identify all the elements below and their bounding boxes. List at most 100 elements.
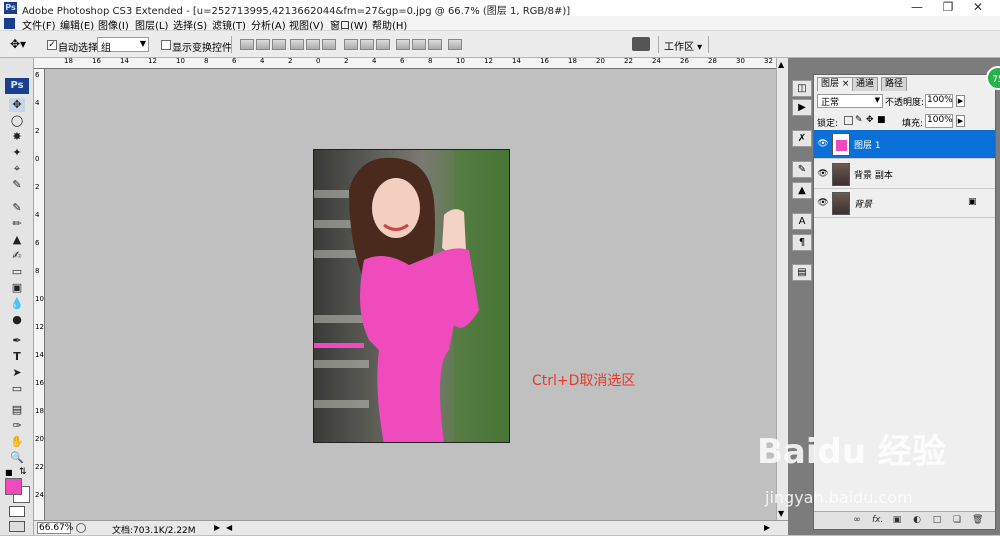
blend-mode-dropdown[interactable]: 正常 ▼ bbox=[817, 94, 883, 108]
menu-view[interactable]: 视图(V) bbox=[289, 17, 324, 32]
path-select-icon[interactable]: ➤ bbox=[9, 366, 25, 380]
show-transform-checkbox[interactable] bbox=[161, 40, 171, 50]
menu-edit[interactable]: 编辑(E) bbox=[60, 17, 94, 32]
lock-transparent-icon[interactable] bbox=[844, 116, 853, 125]
align-hcenter-icon[interactable] bbox=[306, 39, 320, 50]
tab-close-icon[interactable]: × bbox=[842, 79, 850, 89]
slice-tool-icon[interactable]: ✎ bbox=[9, 178, 25, 192]
align-right-icon[interactable] bbox=[322, 39, 336, 50]
zoom-tool-icon[interactable]: 🔍 bbox=[9, 451, 25, 465]
adjustment-icon[interactable]: ◐ bbox=[912, 515, 922, 525]
marquee-tool-icon[interactable]: ◯ bbox=[9, 114, 25, 128]
auto-align-icon[interactable] bbox=[448, 39, 462, 50]
type-tool-icon[interactable]: T bbox=[9, 350, 25, 364]
layer-comps-panel-icon[interactable]: ▤ bbox=[792, 264, 812, 281]
scroll-up-icon[interactable]: ▲ bbox=[778, 60, 784, 69]
brushes-panel-icon[interactable]: ✎ bbox=[792, 161, 812, 178]
menu-help[interactable]: 帮助(H) bbox=[372, 17, 407, 32]
document-canvas[interactable]: Ctrl+D取消选区 bbox=[45, 69, 776, 520]
character-panel-icon[interactable]: A bbox=[792, 213, 812, 230]
lasso-tool-icon[interactable]: ✸ bbox=[9, 130, 25, 144]
opacity-slider-icon[interactable]: ▶ bbox=[956, 95, 965, 107]
tab-channels[interactable]: 通道 bbox=[852, 77, 879, 91]
swap-colors-icon[interactable]: ⇅ bbox=[19, 467, 27, 477]
align-bottom-icon[interactable] bbox=[272, 39, 286, 50]
menu-analysis[interactable]: 分析(A) bbox=[251, 17, 286, 32]
status-menu-icon[interactable]: ▶ bbox=[214, 523, 220, 532]
layer-row-3[interactable]: 👁 背景 ▣ bbox=[814, 189, 995, 218]
quick-mask-icon[interactable] bbox=[9, 506, 25, 517]
new-layer-icon[interactable]: ❏ bbox=[952, 515, 962, 525]
clone-source-panel-icon[interactable]: ▲ bbox=[792, 182, 812, 199]
distribute-vcenter-icon[interactable] bbox=[360, 39, 374, 50]
menu-select[interactable]: 选择(S) bbox=[173, 17, 207, 32]
distribute-bottom-icon[interactable] bbox=[376, 39, 390, 50]
document-image[interactable] bbox=[313, 149, 510, 443]
auto-select-checkbox[interactable]: ✓ bbox=[47, 40, 57, 50]
distribute-right-icon[interactable] bbox=[428, 39, 442, 50]
shape-tool-icon[interactable]: ▭ bbox=[9, 382, 25, 396]
history-brush-icon[interactable]: ✍ bbox=[9, 249, 25, 263]
auto-select-dropdown[interactable]: 组 ▼ bbox=[97, 37, 149, 54]
distribute-hcenter-icon[interactable] bbox=[412, 39, 426, 50]
menu-file[interactable]: 文件(F) bbox=[22, 17, 56, 32]
gradient-tool-icon[interactable]: ▣ bbox=[9, 281, 25, 295]
trash-icon[interactable]: 🗑 bbox=[972, 515, 983, 525]
layer-row-2[interactable]: 👁 背景 副本 bbox=[814, 160, 995, 189]
eye-icon[interactable]: 👁 bbox=[817, 138, 829, 150]
scroll-right-icon[interactable]: ▶ bbox=[764, 523, 770, 532]
opacity-input[interactable]: 100% bbox=[925, 94, 953, 108]
link-icon[interactable]: ∞ bbox=[852, 515, 862, 525]
brush-tool-icon[interactable]: ✏ bbox=[9, 217, 25, 231]
tab-paths[interactable]: 路径 bbox=[881, 77, 908, 91]
eye-icon[interactable]: 👁 bbox=[817, 197, 829, 209]
eraser-tool-icon[interactable]: ▭ bbox=[9, 265, 25, 279]
distribute-left-icon[interactable] bbox=[396, 39, 410, 50]
screen-mode-icon[interactable] bbox=[9, 521, 25, 532]
move-tool-icon[interactable]: ✥▾ bbox=[10, 37, 26, 51]
lock-all-icon[interactable]: ■ bbox=[877, 115, 886, 125]
lock-pixels-icon[interactable]: ✎ bbox=[855, 115, 863, 125]
align-left-icon[interactable] bbox=[290, 39, 304, 50]
pen-tool-icon[interactable]: ✒ bbox=[9, 334, 25, 348]
menu-image[interactable]: 图像(I) bbox=[98, 17, 129, 32]
foreground-color-swatch[interactable] bbox=[5, 478, 22, 495]
maximize-icon[interactable]: ❐ bbox=[934, 0, 962, 16]
align-top-icon[interactable] bbox=[240, 39, 254, 50]
magic-wand-icon[interactable]: ✦ bbox=[9, 146, 25, 160]
blur-tool-icon[interactable]: 💧 bbox=[9, 297, 25, 311]
ps-menu-icon[interactable] bbox=[4, 18, 15, 29]
layer-row-1[interactable]: 👁 图层 1 bbox=[814, 130, 995, 159]
menu-filter[interactable]: 滤镜(T) bbox=[212, 17, 246, 32]
menu-window[interactable]: 窗口(W) bbox=[330, 17, 368, 32]
fill-input[interactable]: 100% bbox=[925, 114, 953, 128]
tab-layers[interactable]: 图层 × bbox=[817, 77, 854, 91]
scroll-left-icon[interactable]: ◀ bbox=[226, 523, 232, 532]
status-preview-icon[interactable] bbox=[76, 523, 86, 533]
hand-tool-icon[interactable]: ✋ bbox=[9, 435, 25, 449]
clone-stamp-icon[interactable]: ▲ bbox=[9, 233, 25, 247]
notes-tool-icon[interactable]: ▤ bbox=[9, 403, 25, 417]
dodge-tool-icon[interactable]: ● bbox=[9, 313, 25, 327]
mask-icon[interactable]: ▣ bbox=[892, 515, 902, 525]
move-tool-icon[interactable]: ✥ bbox=[9, 98, 25, 112]
eye-icon[interactable]: 👁 bbox=[817, 168, 829, 180]
tool-presets-icon[interactable] bbox=[632, 37, 650, 51]
minimize-icon[interactable]: — bbox=[903, 0, 931, 16]
fill-slider-icon[interactable]: ▶ bbox=[956, 115, 965, 127]
crop-tool-icon[interactable]: ⌖ bbox=[9, 162, 25, 176]
zoom-field[interactable]: 66.67% bbox=[37, 522, 73, 534]
eyedropper-icon[interactable]: ✑ bbox=[9, 419, 25, 433]
close-icon[interactable]: ✕ bbox=[964, 0, 992, 16]
distribute-top-icon[interactable] bbox=[344, 39, 358, 50]
navigator-panel-icon[interactable]: ◫ bbox=[792, 80, 812, 97]
workspace-button[interactable]: 工作区 ▾ bbox=[664, 38, 702, 53]
menu-layer[interactable]: 图层(L) bbox=[135, 17, 168, 32]
histogram-panel-icon[interactable]: ▶ bbox=[792, 99, 812, 116]
align-vcenter-icon[interactable] bbox=[256, 39, 270, 50]
folder-icon[interactable]: □ bbox=[932, 515, 942, 525]
fx-icon[interactable]: fx. bbox=[872, 515, 883, 525]
healing-brush-icon[interactable]: ✎ bbox=[9, 201, 25, 215]
tool-presets-panel-icon[interactable]: ✗ bbox=[792, 130, 812, 147]
scroll-down-icon[interactable]: ▼ bbox=[778, 509, 784, 518]
